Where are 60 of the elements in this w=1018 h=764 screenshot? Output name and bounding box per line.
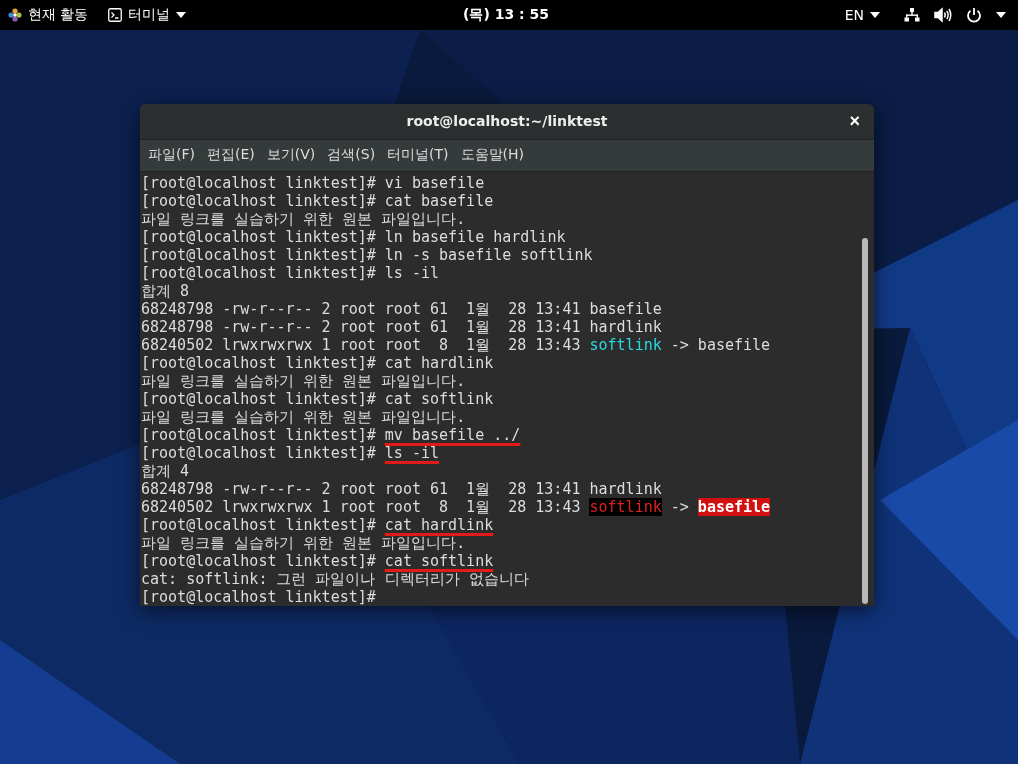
menu-item[interactable]: 파일(F): [142, 146, 201, 165]
output-text: 68248798 -rw-r--r-- 2 root root 61 1월 28 13:41 hardlink: [141, 318, 662, 336]
command-text: vi basefile: [384, 174, 485, 192]
clock-button[interactable]: (목) 13 : 55: [455, 0, 557, 30]
command-text: cat softlink: [384, 552, 494, 570]
shell-prompt: [root@localhost linktest]#: [141, 516, 377, 534]
command-text: cat softlink: [384, 390, 494, 408]
language-button[interactable]: EN: [836, 0, 888, 30]
menu-item[interactable]: 도움말(H): [454, 146, 531, 165]
output-text: 68248798 -rw-r--r-- 2 root root 61 1월 28 13:41 hardlink: [141, 480, 662, 498]
output-text: cat: softlink: 그런 파일이나 디렉터리가 없습니다: [141, 570, 529, 588]
command-text: ls -il: [384, 264, 440, 282]
shell-prompt: [root@localhost linktest]#: [141, 192, 377, 210]
activities-button[interactable]: 현재 활동: [0, 0, 97, 30]
missing-target-name: basefile: [697, 498, 771, 516]
shell-prompt: [root@localhost linktest]#: [141, 588, 376, 606]
output-text: 파일 링크를 실습하기 위한 원본 파일입니다.: [141, 210, 466, 228]
close-button[interactable]: ×: [845, 112, 864, 130]
shell-prompt: [root@localhost linktest]#: [141, 264, 377, 282]
shell-prompt: [root@localhost linktest]#: [141, 246, 377, 264]
flower-icon: [8, 8, 22, 22]
broken-symlink-name: softlink: [589, 498, 662, 516]
command-text: mv basefile ../: [384, 426, 521, 444]
caret-icon: [176, 12, 187, 18]
app-menu-button[interactable]: 터미널: [100, 0, 195, 30]
terminal-icon: [108, 8, 123, 22]
caret-icon: [870, 12, 880, 18]
shell-prompt: [root@localhost linktest]#: [141, 228, 377, 246]
command-text: cat hardlink: [384, 516, 494, 534]
output-text: 파일 링크를 실습하기 위한 원본 파일입니다.: [141, 372, 466, 390]
output-text: -> basefile: [669, 336, 771, 354]
output-text: 68240502 lrwxrwxrwx 1 root root 8 1월 28 13:43: [141, 498, 582, 516]
caret-icon: [996, 12, 1006, 18]
shell-prompt: [root@localhost linktest]#: [141, 552, 377, 570]
shell-prompt: [root@localhost linktest]#: [141, 444, 377, 462]
output-text: 파일 링크를 실습하기 위한 원본 파일입니다.: [141, 534, 466, 552]
menu-item[interactable]: 검색(S): [321, 146, 382, 165]
shell-prompt: [root@localhost linktest]#: [141, 354, 377, 372]
menu-item[interactable]: 편집(E): [201, 146, 261, 165]
symlink-name: softlink: [589, 336, 662, 354]
network-icon: [904, 7, 920, 23]
output-text: 68240502 lrwxrwxrwx 1 root root 8 1월 28 13:43: [141, 336, 582, 354]
command-text: ls -il: [384, 444, 440, 462]
output-text: 합계 4: [141, 462, 190, 480]
output-text: 합계 8: [141, 282, 190, 300]
menu-item[interactable]: 보기(V): [260, 146, 322, 165]
shell-prompt: [root@localhost linktest]#: [141, 390, 377, 408]
volume-icon: [934, 7, 952, 23]
power-icon: [966, 7, 982, 23]
output-text: ->: [669, 498, 690, 516]
window-title: root@localhost:~/linktest: [406, 113, 608, 130]
menu-item[interactable]: 터미널(T): [381, 146, 455, 165]
command-text: ln -s basefile softlink: [384, 246, 593, 264]
command-text: cat basefile: [384, 192, 494, 210]
output-text: 파일 링크를 실습하기 위한 원본 파일입니다.: [141, 408, 466, 426]
shell-prompt: [root@localhost linktest]#: [141, 174, 377, 192]
shell-prompt: [root@localhost linktest]#: [141, 426, 377, 444]
output-text: 68248798 -rw-r--r-- 2 root root 61 1월 28 13:41 basefile: [141, 300, 662, 318]
command-text: ln basefile hardlink: [384, 228, 566, 246]
command-text: cat hardlink: [384, 354, 494, 372]
